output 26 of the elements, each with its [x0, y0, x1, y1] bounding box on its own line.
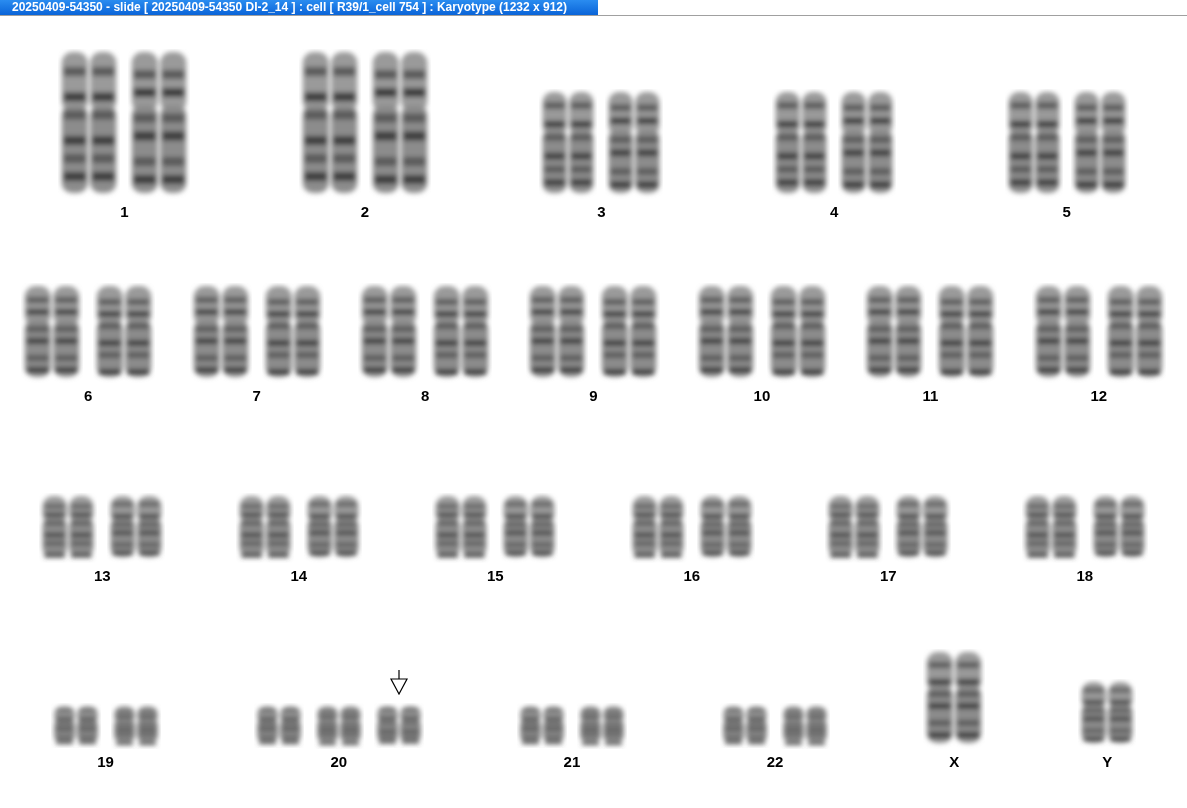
chromosome-number: 6 [84, 387, 93, 404]
chromosome-number: 22 [766, 753, 784, 770]
chromosome-number: 14 [290, 567, 308, 584]
chromosome-number: 20 [330, 753, 348, 770]
chromosome-number: 1 [120, 203, 129, 220]
chromosome-number: 18 [1076, 567, 1094, 584]
chromosome-number: 21 [563, 753, 581, 770]
chromosome-number: 8 [420, 387, 430, 404]
chromosome-number: 3 [597, 203, 606, 220]
arrow-icon [389, 669, 408, 695]
chromosome-number: 7 [252, 387, 261, 404]
chromosome-number: 5 [1062, 203, 1071, 220]
chromosome-number: 2 [360, 203, 370, 220]
chromosome-number: X [949, 753, 960, 770]
chromosome-number: Y [1102, 753, 1113, 770]
window-title: 20250409-54350 - slide [ 20250409-54350 DI-2_14 ] : cell [ R39/1_cell 754 ] : Karyotype (1232 x 912) [0, 0, 598, 15]
chromosome-number: 9 [589, 387, 598, 404]
chromosome-number: 10 [753, 387, 771, 404]
chromosome-number: 19 [97, 753, 114, 770]
chromosome-number: 11 [922, 387, 939, 404]
chromosome-number: 17 [879, 567, 897, 584]
chromosome-number: 15 [486, 567, 504, 584]
chromosome-number: 4 [829, 203, 839, 220]
chromosome-number: 12 [1090, 387, 1108, 404]
chromosome-number: 13 [93, 567, 111, 584]
chromosome-number: 16 [683, 567, 701, 584]
